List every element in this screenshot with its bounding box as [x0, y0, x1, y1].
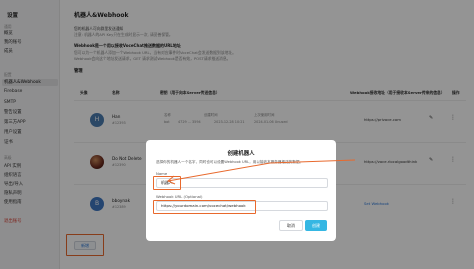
- annotation-arrow: [167, 159, 356, 185]
